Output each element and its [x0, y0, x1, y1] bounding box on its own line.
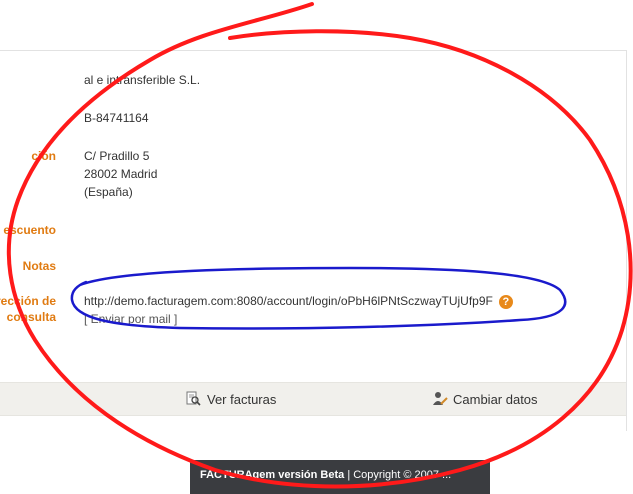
change-data-button[interactable]: Cambiar datos [432, 391, 538, 407]
company-name: al e intransferible S.L. [84, 73, 201, 87]
company-nif: B-84741164 [84, 111, 149, 125]
client-details-panel: al e intransferible S.L. B-84741164 ción… [0, 50, 627, 431]
view-invoices-label: Ver facturas [207, 391, 277, 407]
address-line2: 28002 Madrid [84, 167, 158, 181]
view-invoices-button[interactable]: Ver facturas [186, 391, 276, 407]
actions-bar: Ver facturas Cambiar datos [0, 382, 626, 416]
footer-copyright: | Copyright © 2007 ... [344, 469, 452, 481]
change-data-label: Cambiar datos [453, 391, 538, 407]
access-link-label-line1: rección de [0, 294, 56, 308]
send-by-mail-link[interactable]: [ Enviar por mail ] [84, 312, 177, 326]
address-label: ción [31, 149, 56, 163]
help-icon[interactable]: ? [498, 294, 513, 309]
access-link-label-line2: consulta [6, 310, 56, 324]
access-url[interactable]: http://demo.facturagem.com:8080/account/… [84, 294, 493, 308]
access-url-row: http://demo.facturagem.com:8080/account/… [84, 292, 513, 310]
footer-brand: FACTURAgem versión Beta [200, 469, 345, 481]
footer: FACTURAgem versión Beta | Copyright © 20… [190, 460, 490, 494]
notes-label: Notas [22, 259, 56, 273]
magnifier-document-icon [186, 391, 201, 406]
address-line1: C/ Pradillo 5 [84, 149, 150, 163]
user-edit-icon [433, 392, 448, 405]
discount-label: escuento [3, 223, 56, 237]
address-line3: (España) [84, 185, 133, 199]
